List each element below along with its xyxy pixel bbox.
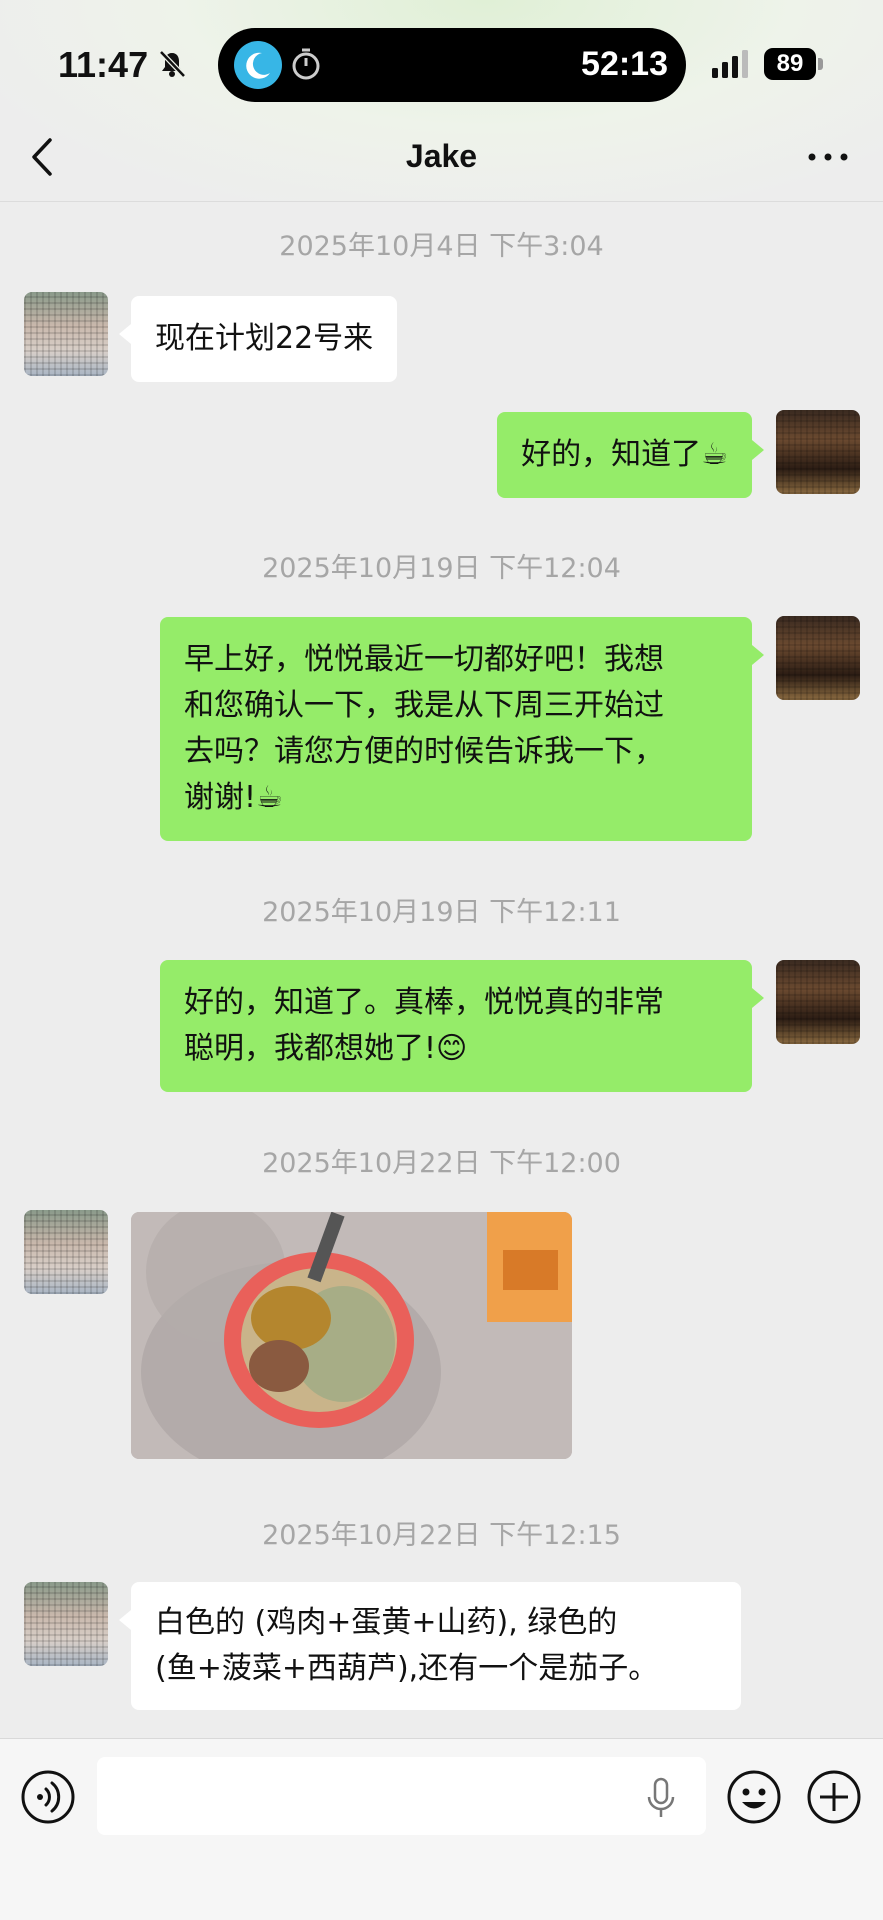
message-bubble-sent[interactable]: 好的，知道了☕: [497, 412, 764, 498]
message-line: 去吗？请您方便的时候告诉我一下，: [184, 734, 664, 769]
message-bubble-received[interactable]: 白色的 (鸡肉+蛋黄+山药), 绿色的 (鱼+菠菜+西葫芦),还有一个是茄子。: [119, 1582, 741, 1710]
message-line: 聪明，我都想她了!😊: [184, 1031, 468, 1066]
message-line: (鱼+菠菜+西葫芦),还有一个是茄子。: [155, 1651, 659, 1686]
voice-mode-icon[interactable]: [20, 1769, 76, 1825]
message-timestamp: 2025年10月19日 下午12:11: [262, 897, 621, 928]
avatar-self[interactable]: [776, 616, 860, 700]
message-input[interactable]: [97, 1757, 706, 1835]
message-line: 白色的 (鸡肉+蛋黄+山药), 绿色的: [155, 1605, 618, 1640]
avatar-self[interactable]: [776, 410, 860, 494]
message-timestamp: 2025年10月4日 下午3:04: [279, 231, 604, 262]
message-bubble-sent[interactable]: 早上好，悦悦最近一切都好吧！我想 和您确认一下，我是从下周三开始过 去吗？请您方…: [160, 617, 764, 841]
message-timestamp: 2025年10月22日 下午12:15: [262, 1520, 621, 1551]
food-bowl-photo: [131, 1212, 572, 1459]
moon-icon: [234, 41, 282, 89]
message-line: 谢谢!☕: [184, 780, 283, 815]
message-line: 早上好，悦悦最近一切都好吧！我想: [184, 642, 664, 677]
timer-readout: 52:13: [581, 45, 668, 83]
status-time: 11:47: [58, 44, 149, 85]
silent-bell-icon: [159, 50, 186, 78]
battery-indicator: 89: [764, 48, 816, 80]
avatar-peer[interactable]: [24, 1210, 108, 1294]
message-bubble-sent[interactable]: 好的，知道了。真棒，悦悦真的非常 聪明，我都想她了!😊: [160, 960, 764, 1092]
message-timestamp: 2025年10月22日 下午12:00: [262, 1148, 621, 1179]
stopwatch-icon: [292, 48, 320, 80]
message-bubble-received[interactable]: 现在计划22号来: [118, 296, 398, 382]
add-more-icon[interactable]: [806, 1769, 862, 1825]
message-line: 和您确认一下，我是从下周三开始过: [184, 688, 664, 723]
top-bar: 11:47 52:13 89 Jake: [0, 0, 883, 202]
dynamic-island[interactable]: 52:13: [218, 28, 686, 102]
message-image[interactable]: [131, 1212, 572, 1459]
more-options-icon[interactable]: [806, 146, 850, 168]
emoji-icon[interactable]: [726, 1769, 782, 1825]
battery-nub: [818, 58, 823, 70]
input-bar: [0, 1738, 883, 1920]
message-text: 好的，知道了☕: [521, 437, 728, 472]
avatar-peer[interactable]: [24, 1582, 108, 1666]
avatar-peer[interactable]: [24, 292, 108, 376]
message-text: 现在计划22号来: [155, 321, 374, 356]
message-line: 好的，知道了。真棒，悦悦真的非常: [184, 985, 664, 1020]
avatar-self[interactable]: [776, 960, 860, 1044]
message-timestamp: 2025年10月19日 下午12:04: [262, 553, 621, 584]
signal-icon: [712, 50, 748, 78]
microphone-icon[interactable]: [646, 1777, 676, 1819]
chat-title: Jake: [405, 138, 478, 174]
